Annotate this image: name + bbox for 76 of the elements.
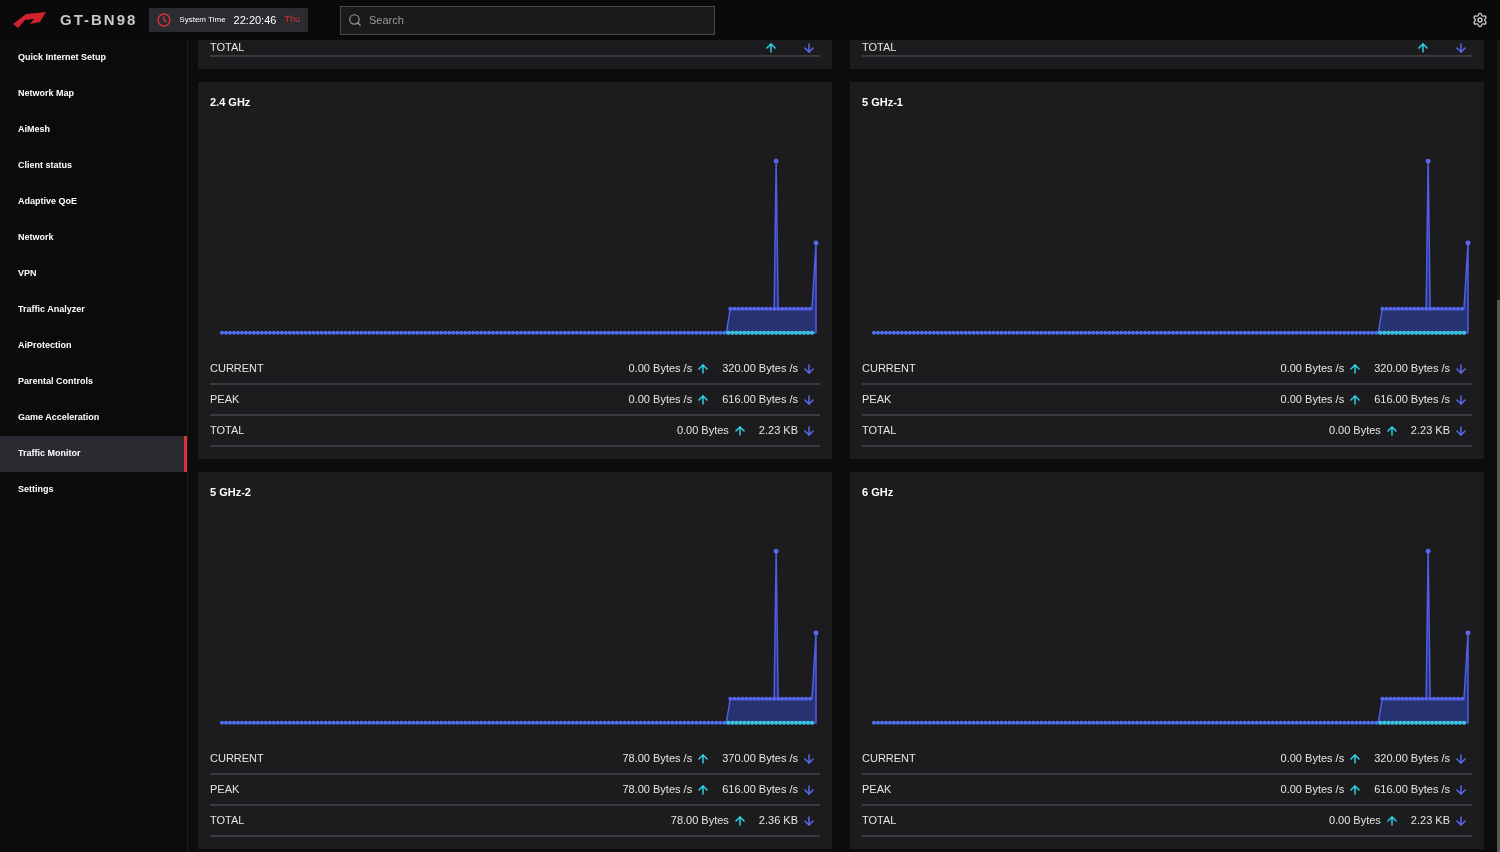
band-title: 5 GHz-1 [862, 95, 903, 110]
scrollbar[interactable] [1497, 40, 1500, 852]
sidebar-item[interactable]: Client status [0, 148, 187, 184]
upload-value: 0.00 Bytes /s [1280, 751, 1345, 767]
download-arrow-icon [1454, 813, 1468, 828]
download-arrow-icon [1454, 782, 1468, 797]
sidebar-item[interactable]: Network Map [0, 76, 187, 112]
metric-label: TOTAL [862, 813, 897, 829]
clock-icon [157, 13, 172, 27]
system-time: 22:20:46 [233, 12, 277, 28]
band-title: 6 GHz [862, 485, 894, 500]
upload-value: 0.00 Bytes /s [1280, 392, 1345, 408]
upload-value: 78.00 Bytes /s [622, 782, 693, 798]
download-arrow-icon [1454, 392, 1468, 407]
sidebar-item[interactable]: Traffic Monitor [0, 436, 187, 472]
metric-label: PEAK [210, 392, 240, 408]
upload-value: 0.00 Bytes [1328, 813, 1381, 829]
upload-value: 0.00 Bytes [676, 423, 729, 439]
model-name: GT-BN98 [60, 9, 138, 30]
metric-label: TOTAL [210, 42, 245, 53]
download-value: 2.23 KB [1410, 813, 1450, 829]
download-value: 320.00 Bytes /s [1374, 751, 1450, 767]
upload-value: 0.00 Bytes /s [1280, 361, 1345, 377]
metric-label: PEAK [862, 392, 892, 408]
sidebar-item[interactable]: Adaptive QoE [0, 184, 187, 220]
upload-value: 78.00 Bytes /s [622, 751, 693, 767]
download-arrow-icon [1454, 40, 1468, 55]
sidebar-item[interactable]: Parental Controls [0, 364, 187, 400]
metric-label: CURRENT [210, 361, 264, 377]
download-arrow-icon [1454, 423, 1468, 438]
band-title: 2.4 GHz [210, 95, 251, 110]
download-value: 2.23 KB [1410, 423, 1450, 439]
download-arrow-icon [802, 751, 816, 766]
download-arrow-icon [1454, 751, 1468, 766]
metric-label: TOTAL [862, 423, 897, 439]
download-value: 320.00 Bytes /s [722, 361, 798, 377]
sidebar-item[interactable]: VPN [0, 256, 187, 292]
download-value: 370.00 Bytes /s [722, 751, 798, 767]
sidebar-item[interactable]: AiMesh [0, 112, 187, 148]
metric-label: CURRENT [862, 361, 916, 377]
upload-value: 0.00 Bytes /s [628, 392, 693, 408]
metric-label: TOTAL [210, 423, 245, 439]
sidebar-item[interactable]: Quick Internet Setup [0, 40, 187, 76]
sidebar-item[interactable]: Game Acceleration [0, 400, 187, 436]
download-arrow-icon [802, 782, 816, 797]
download-value: 616.00 Bytes /s [722, 392, 798, 408]
download-arrow-icon [802, 813, 816, 828]
upload-arrow-icon [1416, 40, 1430, 55]
logo-icon [12, 10, 48, 30]
metric-label: CURRENT [210, 751, 264, 767]
upload-value: 78.00 Bytes [670, 813, 729, 829]
sidebar-item[interactable]: Network [0, 220, 187, 256]
sidebar-item[interactable]: AiProtection [0, 328, 187, 364]
metric-label: PEAK [862, 782, 892, 798]
sidebar-item[interactable]: Traffic Analyzer [0, 292, 187, 328]
metric-label: CURRENT [862, 751, 916, 767]
system-time-label: System Time [179, 14, 226, 26]
metric-label: TOTAL [210, 813, 245, 829]
day-label: Thu [284, 13, 300, 27]
search-icon [347, 12, 362, 27]
metric-label: TOTAL [862, 42, 897, 53]
upload-value: 0.00 Bytes /s [628, 361, 693, 377]
download-value: 616.00 Bytes /s [1374, 782, 1450, 798]
upload-value: 0.00 Bytes /s [1280, 782, 1345, 798]
download-value: 2.36 KB [758, 813, 798, 829]
band-title: 5 GHz-2 [210, 485, 251, 500]
download-arrow-icon [1454, 361, 1468, 376]
metric-label: PEAK [210, 782, 240, 798]
search-field[interactable]: Search [339, 5, 715, 35]
settings-icon[interactable] [1472, 12, 1488, 28]
upload-value: 0.00 Bytes [1328, 423, 1381, 439]
download-value: 320.00 Bytes /s [1374, 361, 1450, 377]
download-value: 2.23 KB [758, 423, 798, 439]
sidebar-item[interactable]: Settings [0, 472, 187, 508]
download-value: 616.00 Bytes /s [1374, 392, 1450, 408]
download-value: 616.00 Bytes /s [722, 782, 798, 798]
